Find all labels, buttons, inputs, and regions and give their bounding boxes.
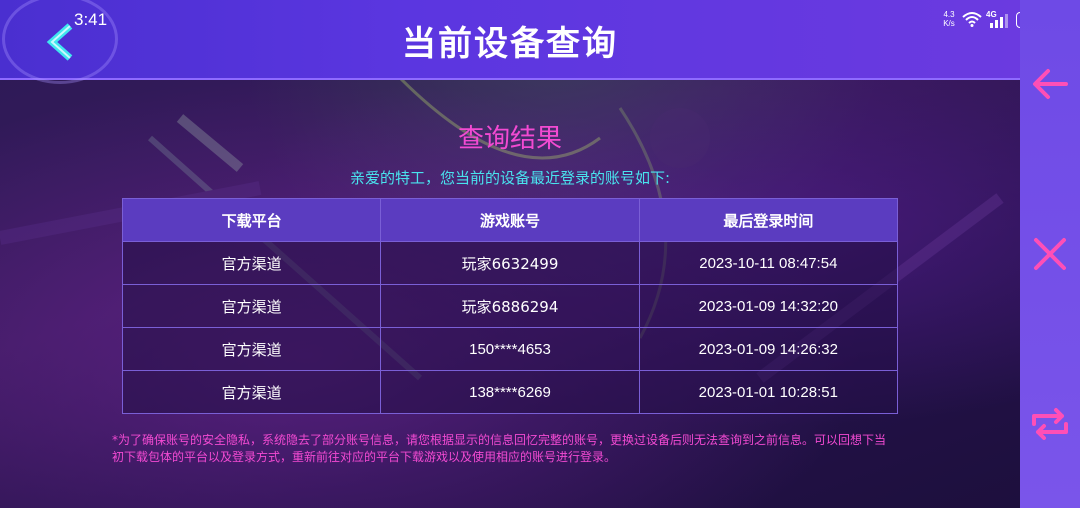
right-rail bbox=[1020, 0, 1080, 508]
header-account: 游戏账号 bbox=[380, 198, 640, 242]
table-header-row: 下载平台 游戏账号 最后登录时间 bbox=[121, 198, 899, 242]
table-row: 官方渠道 138****6269 2023-01-01 10:28:51 bbox=[121, 370, 899, 414]
arrow-left-icon[interactable] bbox=[1028, 62, 1072, 106]
cell-last-login: 2023-01-09 14:32:20 bbox=[638, 284, 899, 328]
close-icon[interactable] bbox=[1028, 232, 1072, 276]
table-row: 官方渠道 玩家6886294 2023-01-09 14:32:20 bbox=[121, 284, 899, 328]
cell-platform: 官方渠道 bbox=[121, 327, 382, 371]
status-time: 3:41 bbox=[74, 10, 108, 29]
signal-icon bbox=[990, 14, 1008, 28]
login-records-table: 下载平台 游戏账号 最后登录时间 官方渠道 玩家6632499 2023-10-… bbox=[121, 198, 899, 414]
swap-icon[interactable] bbox=[1028, 402, 1072, 446]
cell-platform: 官方渠道 bbox=[121, 284, 382, 328]
wifi-icon bbox=[962, 12, 982, 27]
cell-account: 玩家6886294 bbox=[380, 284, 640, 328]
cell-last-login: 2023-01-01 10:28:51 bbox=[638, 370, 899, 414]
cell-platform: 官方渠道 bbox=[121, 370, 382, 414]
result-title: 查询结果 bbox=[457, 124, 562, 154]
header-platform: 下载平台 bbox=[121, 198, 382, 242]
cell-account: 138****6269 bbox=[380, 370, 640, 414]
cell-last-login: 2023-01-09 14:26:32 bbox=[638, 327, 899, 371]
cell-account: 150****4653 bbox=[380, 327, 640, 371]
net-speed-value: 4.3 bbox=[943, 10, 955, 19]
header-bar: 当前设备查询 bbox=[0, 0, 1020, 84]
table-row: 官方渠道 150****4653 2023-01-09 14:26:32 bbox=[121, 327, 899, 371]
cell-platform: 官方渠道 bbox=[121, 241, 382, 285]
net-speed-unit: K/s bbox=[943, 19, 955, 28]
header-last-login: 最后登录时间 bbox=[638, 198, 899, 242]
net-speed: 4.3 K/s bbox=[940, 10, 958, 28]
result-subtitle: 亲爱的特工，您当前的设备最近登录的账号如下: bbox=[349, 169, 671, 187]
cell-last-login: 2023-10-11 08:47:54 bbox=[638, 241, 899, 285]
table-row: 官方渠道 玩家6632499 2023-10-11 08:47:54 bbox=[121, 241, 899, 285]
privacy-notice: *为了确保账号的安全隐私，系统隐去了部分账号信息，请您根据显示的信息回忆完整的账… bbox=[112, 433, 887, 464]
cell-account: 玩家6632499 bbox=[380, 241, 640, 285]
page-title: 当前设备查询 bbox=[402, 24, 618, 64]
